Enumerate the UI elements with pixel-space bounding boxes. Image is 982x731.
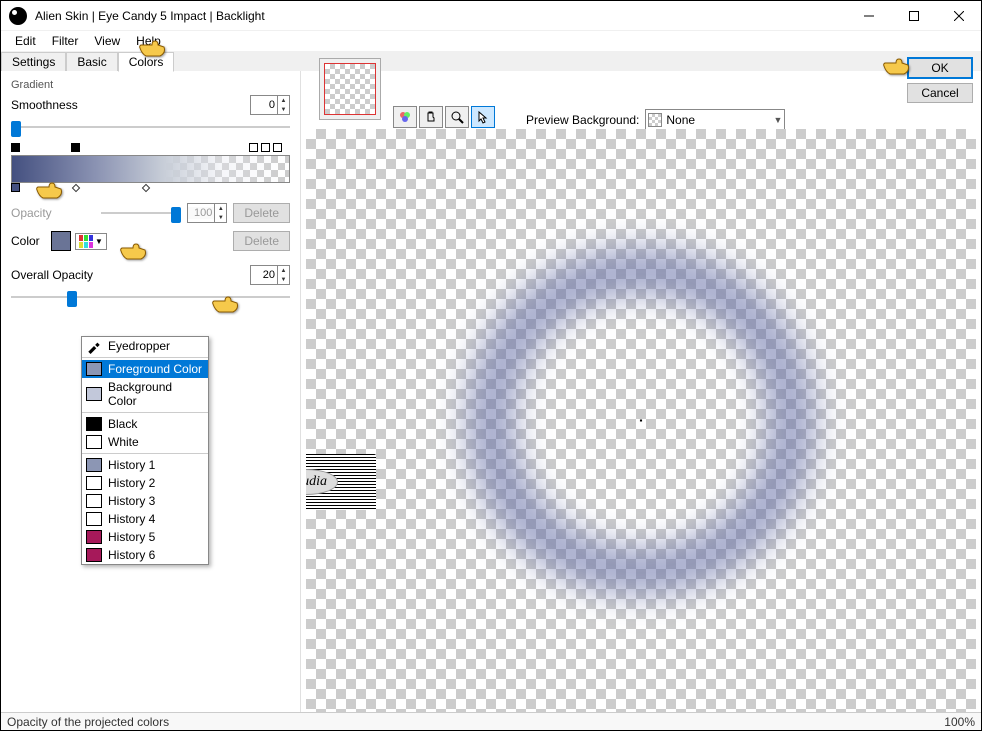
opacity-spinner[interactable]: ▲▼ xyxy=(187,203,227,223)
menu-edit[interactable]: Edit xyxy=(7,32,44,50)
preview-bg-combo[interactable]: None ▼ xyxy=(645,109,785,130)
preview-bg-label: Preview Background: xyxy=(526,113,639,127)
eyedropper-icon xyxy=(86,339,102,353)
menu-eyedropper[interactable]: Eyedropper xyxy=(82,337,208,355)
color-delete-button: Delete xyxy=(233,231,290,251)
chevron-down-icon: ▼ xyxy=(773,115,782,125)
menu-history-5[interactable]: History 5 xyxy=(82,528,208,546)
color-swatch[interactable] xyxy=(51,231,71,251)
preview-thumbnail[interactable] xyxy=(319,58,381,120)
watermark: claudia xyxy=(306,454,376,510)
overall-opacity-spinner[interactable]: ▲▼ xyxy=(250,265,290,285)
overall-opacity-label: Overall Opacity xyxy=(11,268,101,282)
smoothness-label: Smoothness xyxy=(11,98,101,112)
gradient-bottom-stops[interactable] xyxy=(11,183,290,197)
tab-settings[interactable]: Settings xyxy=(1,52,66,71)
foreground-swatch xyxy=(86,362,102,376)
menu-history-1[interactable]: History 1 xyxy=(82,456,208,474)
right-panel: Preview Background: None ▼ OK Cancel ⬝ c… xyxy=(301,71,981,712)
tab-colors[interactable]: Colors xyxy=(118,52,175,72)
tool-pointer[interactable] xyxy=(471,106,495,128)
spin-down-icon[interactable]: ▼ xyxy=(278,105,289,114)
dropdown-arrow-icon: ▼ xyxy=(95,237,103,246)
menu-foreground-color[interactable]: Foreground Color xyxy=(82,360,208,378)
smoothness-slider[interactable] xyxy=(11,119,290,135)
color-dropdown-popup: Eyedropper Foreground Color Background C… xyxy=(81,336,209,565)
preview-bg-swatch-icon xyxy=(648,113,662,127)
overall-opacity-slider[interactable] xyxy=(11,289,290,305)
menu-history-6[interactable]: History 6 xyxy=(82,546,208,564)
menu-history-3[interactable]: History 3 xyxy=(82,492,208,510)
minimize-button[interactable] xyxy=(846,1,891,31)
status-text: Opacity of the projected colors xyxy=(7,715,169,729)
overall-opacity-input[interactable] xyxy=(251,269,277,281)
tool-color-picker[interactable] xyxy=(393,106,417,128)
menu-background-color[interactable]: Background Color xyxy=(82,378,208,410)
tool-zoom[interactable] xyxy=(445,106,469,128)
menu-view[interactable]: View xyxy=(86,32,128,50)
gradient-group-label: Gradient xyxy=(11,79,290,91)
color-picker-button[interactable]: ▼ xyxy=(75,233,107,250)
preview-canvas[interactable]: ⬝ claudia xyxy=(306,129,976,712)
menu-history-2[interactable]: History 2 xyxy=(82,474,208,492)
left-panel: Gradient Smoothness ▲▼ xyxy=(1,71,301,712)
gradient-preview[interactable] xyxy=(11,155,290,183)
gradient-top-stops[interactable] xyxy=(11,143,290,155)
menu-white[interactable]: White xyxy=(82,433,208,451)
spin-up-icon[interactable]: ▲ xyxy=(278,96,289,105)
maximize-button[interactable] xyxy=(891,1,936,31)
opacity-slider[interactable] xyxy=(101,205,181,221)
menu-help[interactable]: Help xyxy=(128,32,169,50)
opacity-label: Opacity xyxy=(11,206,101,220)
smoothness-spinner[interactable]: ▲▼ xyxy=(250,95,290,115)
preview-topbar: Preview Background: None ▼ OK Cancel xyxy=(301,71,981,121)
cancel-button[interactable]: Cancel xyxy=(907,83,973,103)
background-swatch xyxy=(86,387,102,401)
tab-basic[interactable]: Basic xyxy=(66,52,117,71)
menu-black[interactable]: Black xyxy=(82,415,208,433)
tool-hand[interactable] xyxy=(419,106,443,128)
opacity-delete-button: Delete xyxy=(233,203,290,223)
opacity-input xyxy=(188,207,214,219)
window-title: Alien Skin | Eye Candy 5 Impact | Backli… xyxy=(35,9,846,23)
title-bar: Alien Skin | Eye Candy 5 Impact | Backli… xyxy=(1,1,981,31)
smoothness-input[interactable] xyxy=(251,99,277,111)
menu-bar: Edit Filter View Help xyxy=(1,31,981,51)
menu-history-4[interactable]: History 4 xyxy=(82,510,208,528)
color-label: Color xyxy=(11,234,51,248)
ok-button[interactable]: OK xyxy=(907,57,973,79)
tab-strip: Settings Basic Colors xyxy=(1,51,981,71)
zoom-level: 100% xyxy=(944,715,975,729)
close-button[interactable] xyxy=(936,1,981,31)
menu-filter[interactable]: Filter xyxy=(44,32,87,50)
app-icon xyxy=(9,7,27,25)
center-marker-icon: ⬝ xyxy=(639,414,642,427)
status-bar: Opacity of the projected colors 100% xyxy=(1,712,981,730)
